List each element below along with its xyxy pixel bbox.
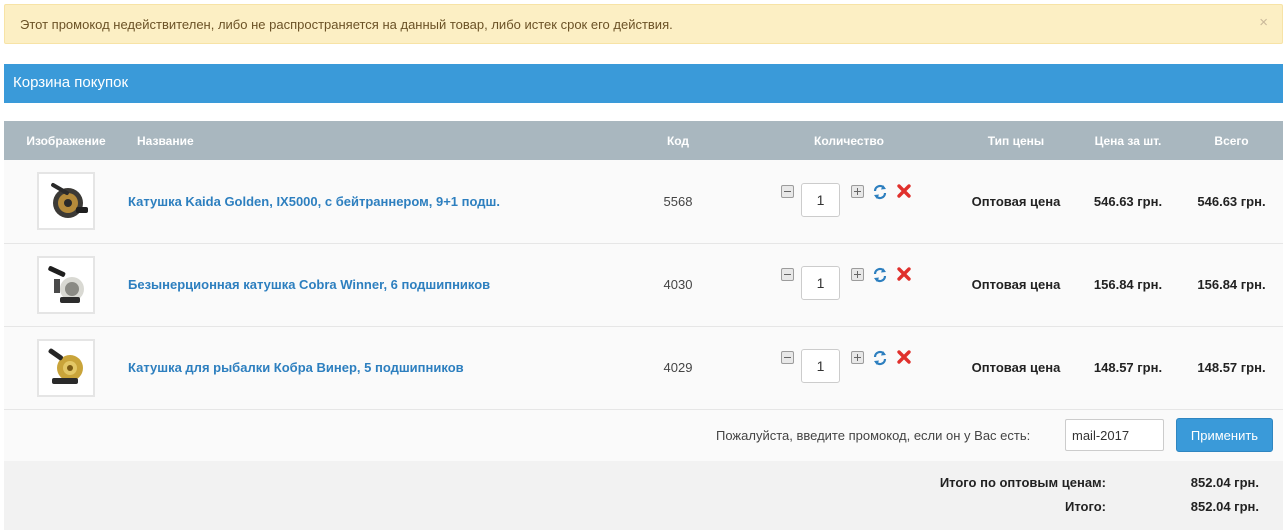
promo-code-row: Пожалуйста, введите промокод, если он у … bbox=[4, 410, 1283, 461]
plus-icon[interactable] bbox=[851, 268, 864, 281]
cart-table: Изображение Название Код Количество Тип … bbox=[4, 121, 1283, 410]
table-header-row: Изображение Название Код Количество Тип … bbox=[4, 121, 1283, 160]
cart-panel-header: Корзина покупок bbox=[4, 64, 1283, 103]
close-icon[interactable]: × bbox=[1259, 15, 1268, 30]
unit-price: 546.63 грн. bbox=[1093, 193, 1163, 209]
unit-price: 156.84 грн. bbox=[1093, 277, 1163, 292]
refresh-icon[interactable] bbox=[872, 184, 888, 200]
header-name: Название bbox=[137, 133, 194, 148]
quantity-stepper bbox=[781, 266, 917, 300]
header-unit-price: Цена за шт. bbox=[1094, 133, 1162, 148]
quantity-input[interactable] bbox=[801, 349, 840, 383]
promo-label: Пожалуйста, введите промокод, если он у … bbox=[716, 428, 1031, 443]
product-code: 5568 bbox=[663, 193, 693, 209]
header-price-type: Тип цены bbox=[987, 133, 1045, 148]
promo-error-alert: Этот промокод недействителен, либо не ра… bbox=[4, 4, 1283, 44]
promo-code-input[interactable] bbox=[1065, 419, 1164, 451]
product-image[interactable] bbox=[37, 255, 95, 314]
quantity-input[interactable] bbox=[801, 266, 840, 300]
row-total: 148.57 грн. bbox=[1197, 360, 1266, 375]
header-total: Всего bbox=[1214, 133, 1249, 148]
plus-icon[interactable] bbox=[851, 184, 864, 198]
header-image: Изображение bbox=[26, 133, 106, 148]
table-row: Безынерционная катушка Cobra Winner, 6 п… bbox=[4, 243, 1283, 326]
apply-promo-button[interactable]: Применить bbox=[1176, 418, 1273, 452]
remove-icon[interactable] bbox=[896, 183, 912, 199]
grand-total-value: 852.04 грн. bbox=[1190, 499, 1259, 514]
product-image[interactable] bbox=[37, 172, 95, 231]
row-total: 156.84 грн. bbox=[1197, 277, 1266, 292]
minus-icon[interactable] bbox=[781, 184, 794, 198]
product-link[interactable]: Катушка Kaida Golden, IX5000, с бейтранн… bbox=[128, 194, 500, 209]
price-type: Оптовая цена bbox=[971, 277, 1061, 292]
alert-message: Этот промокод недействителен, либо не ра… bbox=[20, 17, 673, 32]
price-type: Оптовая цена bbox=[971, 193, 1061, 209]
cart-totals: Итого по оптовым ценам: 852.04 грн. Итог… bbox=[4, 461, 1283, 530]
product-link[interactable]: Катушка для рыбалки Кобра Винер, 5 подши… bbox=[128, 360, 464, 375]
refresh-icon[interactable] bbox=[872, 350, 888, 366]
minus-icon[interactable] bbox=[781, 351, 794, 364]
header-quantity: Количество bbox=[814, 133, 884, 148]
product-image[interactable] bbox=[37, 338, 95, 397]
quantity-stepper bbox=[781, 182, 917, 217]
panel-title: Корзина покупок bbox=[13, 74, 129, 91]
refresh-icon[interactable] bbox=[872, 267, 888, 283]
product-code: 4029 bbox=[663, 360, 693, 375]
unit-price: 148.57 грн. bbox=[1093, 360, 1163, 375]
table-row: Катушка для рыбалки Кобра Винер, 5 подши… bbox=[4, 326, 1283, 409]
product-code: 4030 bbox=[663, 277, 693, 292]
price-type: Оптовая цена bbox=[971, 360, 1061, 375]
minus-icon[interactable] bbox=[781, 268, 794, 281]
quantity-stepper bbox=[781, 349, 917, 383]
wholesale-total-label: Итого по оптовым ценам: bbox=[939, 475, 1106, 490]
remove-icon[interactable] bbox=[896, 349, 912, 365]
row-total: 546.63 грн. bbox=[1197, 193, 1266, 209]
quantity-input[interactable] bbox=[801, 182, 840, 217]
remove-icon[interactable] bbox=[896, 266, 912, 282]
grand-total-label: Итого: bbox=[1065, 499, 1106, 514]
product-link[interactable]: Безынерционная катушка Cobra Winner, 6 п… bbox=[128, 277, 490, 292]
plus-icon[interactable] bbox=[851, 351, 864, 364]
header-code: Код bbox=[666, 133, 690, 148]
wholesale-total-value: 852.04 грн. bbox=[1190, 475, 1259, 490]
table-row: Катушка Kaida Golden, IX5000, с бейтранн… bbox=[4, 160, 1283, 243]
